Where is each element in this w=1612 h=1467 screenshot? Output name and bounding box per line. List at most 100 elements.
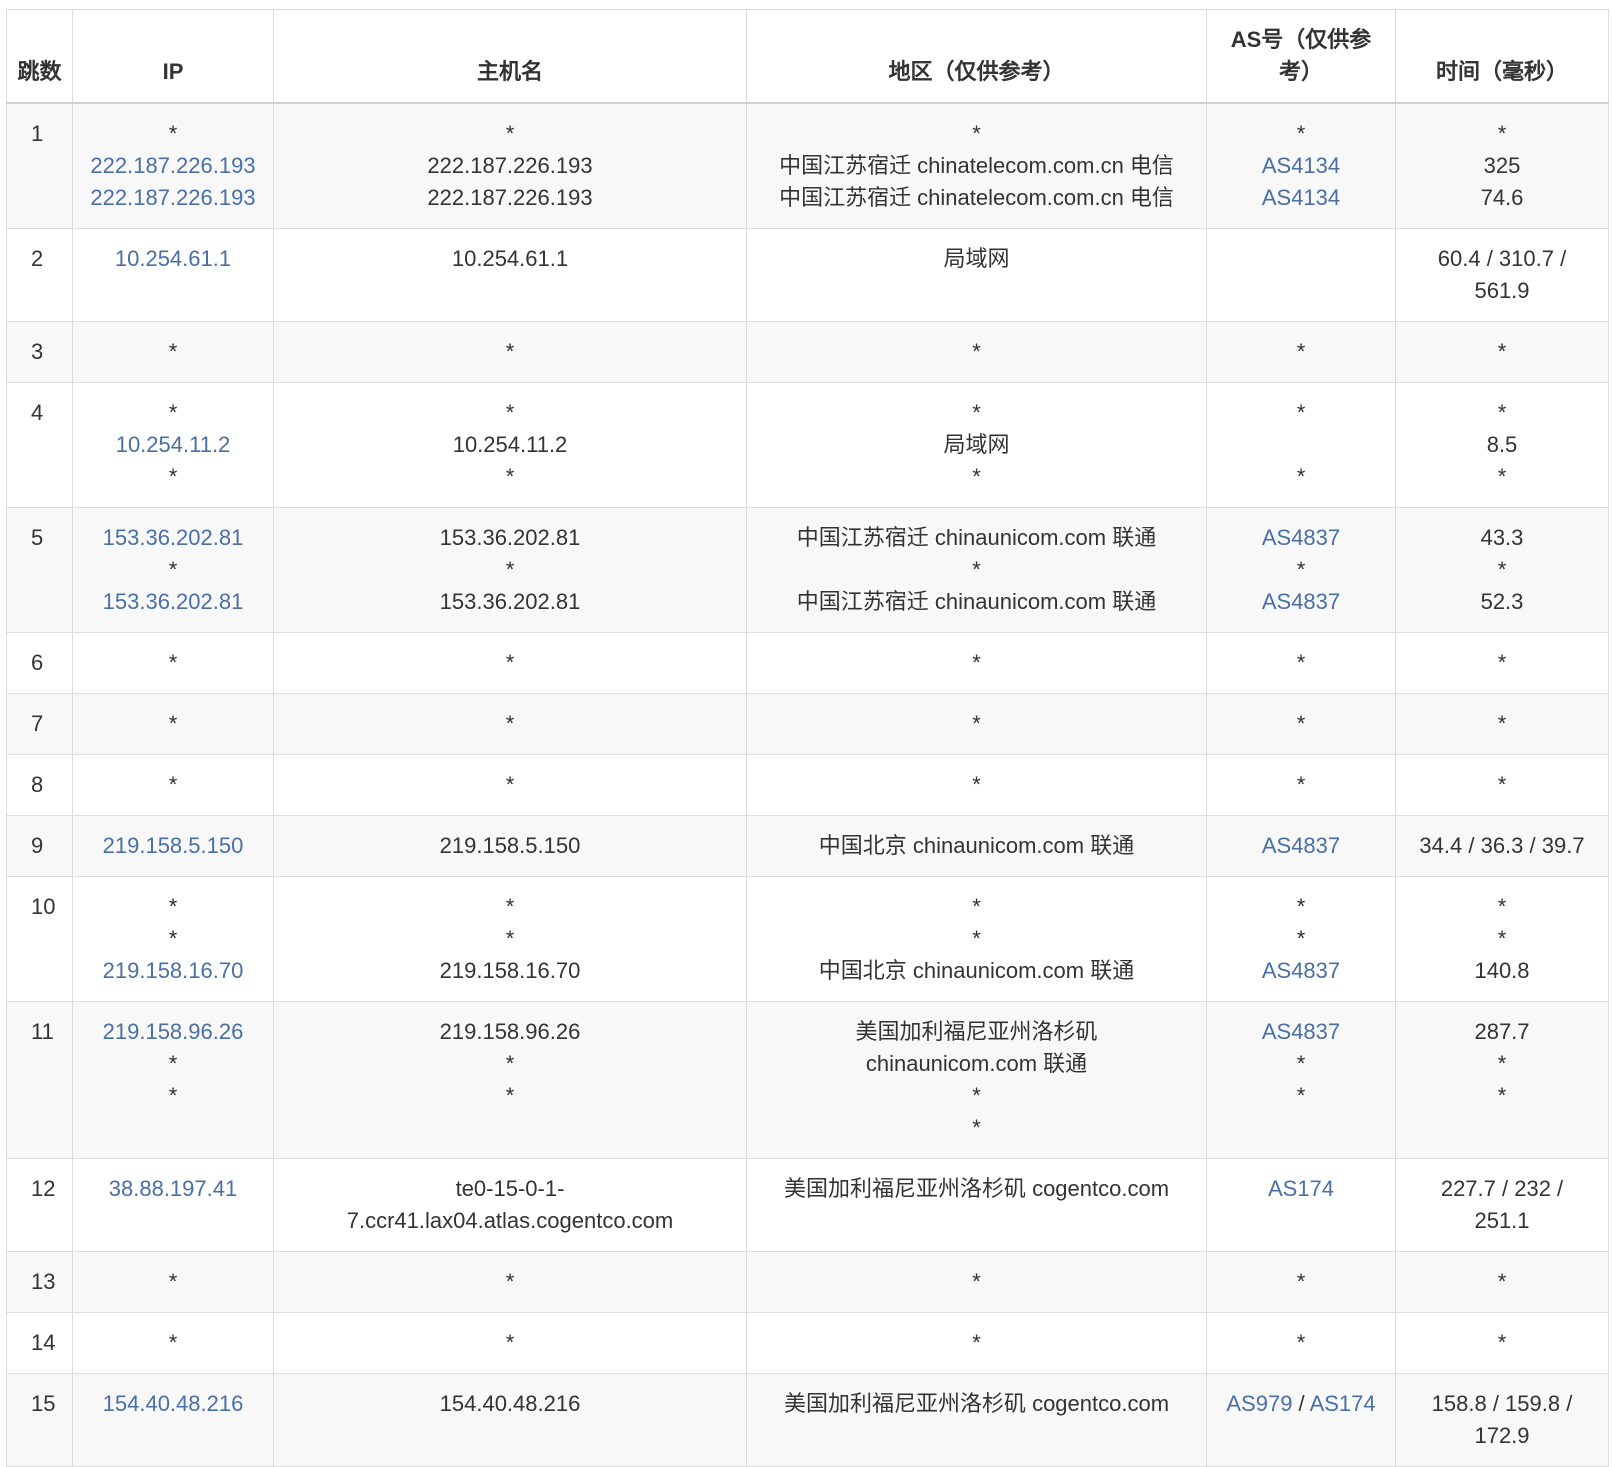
as-link[interactable]: AS4837 xyxy=(1217,586,1385,618)
time-value: * xyxy=(1497,711,1507,736)
ip-cell: 154.40.48.216 xyxy=(72,1373,274,1467)
as-value: * xyxy=(1296,557,1306,582)
ip-link[interactable]: 219.158.96.26 xyxy=(83,1016,263,1048)
region-value: * xyxy=(972,557,981,582)
time-cell: * xyxy=(1395,1251,1609,1313)
as-line: AS979 / AS174 xyxy=(1217,1388,1385,1420)
header-time: 时间（毫秒） xyxy=(1395,9,1609,104)
as-value: * xyxy=(1296,1083,1306,1108)
time-value: * xyxy=(1497,464,1507,489)
time-cell: 158.8 / 159.8 / 172.9 xyxy=(1395,1373,1609,1467)
ip-link[interactable]: 222.187.226.193 xyxy=(83,150,263,182)
time-value: * xyxy=(1497,1330,1507,1355)
ip-link[interactable]: 10.254.11.2 xyxy=(83,429,263,461)
ip-link[interactable]: 219.158.5.150 xyxy=(83,830,263,862)
ip-value: * xyxy=(168,926,178,951)
time-cell: * 325 74.6 xyxy=(1395,102,1609,229)
region-cell: * 局域网 * xyxy=(746,382,1207,508)
host-cell: 10.254.61.1 xyxy=(273,228,747,322)
table-row: 3 * * * * * xyxy=(6,321,1609,383)
as-value: * xyxy=(1296,121,1306,146)
host-value: 154.40.48.216 xyxy=(439,1391,581,1416)
ip-link[interactable]: 153.36.202.81 xyxy=(83,586,263,618)
region-value: * xyxy=(972,1115,981,1140)
time-value: 52.3 xyxy=(1480,589,1524,614)
time-value: 34.4 / 36.3 / 39.7 xyxy=(1419,833,1585,858)
time-cell: 227.7 / 232 / 251.1 xyxy=(1395,1158,1609,1252)
host-cell: * xyxy=(273,1312,747,1374)
host-cell: * xyxy=(273,754,747,816)
as-value: * xyxy=(1296,650,1306,675)
time-value: * xyxy=(1497,926,1507,951)
ip-link[interactable]: 222.187.226.193 xyxy=(83,182,263,214)
as-value: * xyxy=(1296,1330,1306,1355)
ip-link[interactable]: 10.254.61.1 xyxy=(83,243,263,275)
table-row: 8 * * * * * xyxy=(6,754,1609,816)
as-link[interactable]: AS4837 xyxy=(1217,1016,1385,1048)
region-cell: * xyxy=(746,632,1207,694)
as-value: * xyxy=(1296,711,1306,736)
as-link[interactable]: AS4837 xyxy=(1217,955,1385,987)
table-row: 13 * * * * * xyxy=(6,1251,1609,1313)
ip-value: * xyxy=(168,711,178,736)
ip-link[interactable]: 38.88.197.41 xyxy=(83,1173,263,1205)
as-link[interactable]: AS4134 xyxy=(1217,150,1385,182)
host-cell: * xyxy=(273,321,747,383)
ip-cell: * 222.187.226.193 222.187.226.193 xyxy=(72,102,274,229)
ip-value: * xyxy=(168,400,178,425)
table-header-row: 跳数 IP 主机名 地区（仅供参考） AS号（仅供参考） 时间（毫秒） xyxy=(6,9,1609,104)
time-cell: * 8.5 * xyxy=(1395,382,1609,508)
region-cell: 美国加利福尼亚州洛杉矶 cogentco.com xyxy=(746,1373,1207,1467)
host-value: * xyxy=(505,1051,515,1076)
region-value: * xyxy=(972,1269,981,1294)
table-row: 7 * * * * * xyxy=(6,693,1609,755)
as-cell: * xyxy=(1206,632,1396,694)
as-cell: * xyxy=(1206,1251,1396,1313)
ip-value: * xyxy=(168,1083,178,1108)
ip-link[interactable]: 219.158.16.70 xyxy=(83,955,263,987)
host-cell: * xyxy=(273,632,747,694)
host-value: * xyxy=(505,894,515,919)
ip-cell: * xyxy=(72,693,274,755)
region-value: 中国江苏宿迁 chinatelecom.com.cn 电信 xyxy=(779,153,1174,178)
as-link[interactable]: AS979 xyxy=(1226,1391,1292,1416)
table-row: 4 * 10.254.11.2 * * 10.254.11.2 * * 局域网 * * * * 8.5 * xyxy=(6,382,1609,508)
ip-value: * xyxy=(168,772,178,797)
region-value: * xyxy=(972,772,981,797)
ip-link[interactable]: 154.40.48.216 xyxy=(83,1388,263,1420)
host-value: * xyxy=(505,557,515,582)
region-value: 美国加利福尼亚州洛杉矶 xyxy=(855,1019,1098,1044)
table-row: 5 153.36.202.81 * 153.36.202.81 153.36.202.8… xyxy=(6,507,1609,633)
as-value: * xyxy=(1296,1269,1306,1294)
as-link[interactable]: AS4134 xyxy=(1217,182,1385,214)
as-cell xyxy=(1206,228,1396,322)
host-value: * xyxy=(505,711,515,736)
as-link[interactable]: AS4837 xyxy=(1217,830,1385,862)
as-link[interactable]: AS174 xyxy=(1310,1391,1376,1416)
table-row: 12 38.88.197.41 te0-15-0-1- 7.ccr41.lax04.a… xyxy=(6,1158,1609,1252)
as-value: * xyxy=(1296,772,1306,797)
table-row: 9 219.158.5.150 219.158.5.150 中国北京 chinauni… xyxy=(6,815,1609,877)
region-cell: * xyxy=(746,1251,1207,1313)
host-value: * xyxy=(505,926,515,951)
host-value: 10.254.11.2 xyxy=(452,432,568,457)
host-value: 222.187.226.193 xyxy=(427,153,593,178)
ip-link[interactable]: 153.36.202.81 xyxy=(83,522,263,554)
host-value: 222.187.226.193 xyxy=(427,185,593,210)
ip-cell: * xyxy=(72,754,274,816)
time-value: * xyxy=(1497,650,1507,675)
as-cell: AS4837 xyxy=(1206,815,1396,877)
time-value: * xyxy=(1497,1051,1507,1076)
as-cell: AS174 xyxy=(1206,1158,1396,1252)
host-value: * xyxy=(505,772,515,797)
header-host: 主机名 xyxy=(273,9,747,104)
table-row: 1 * 222.187.226.193 222.187.226.193 * 222.187… xyxy=(6,102,1609,229)
host-value: 153.36.202.81 xyxy=(439,589,581,614)
as-link[interactable]: AS174 xyxy=(1217,1173,1385,1205)
time-value: 158.8 / 159.8 / xyxy=(1431,1391,1573,1416)
host-value: 7.ccr41.lax04.atlas.cogentco.com xyxy=(346,1208,674,1233)
as-cell: * xyxy=(1206,754,1396,816)
time-cell: 34.4 / 36.3 / 39.7 xyxy=(1395,815,1609,877)
as-link[interactable]: AS4837 xyxy=(1217,522,1385,554)
ip-cell: * xyxy=(72,1251,274,1313)
